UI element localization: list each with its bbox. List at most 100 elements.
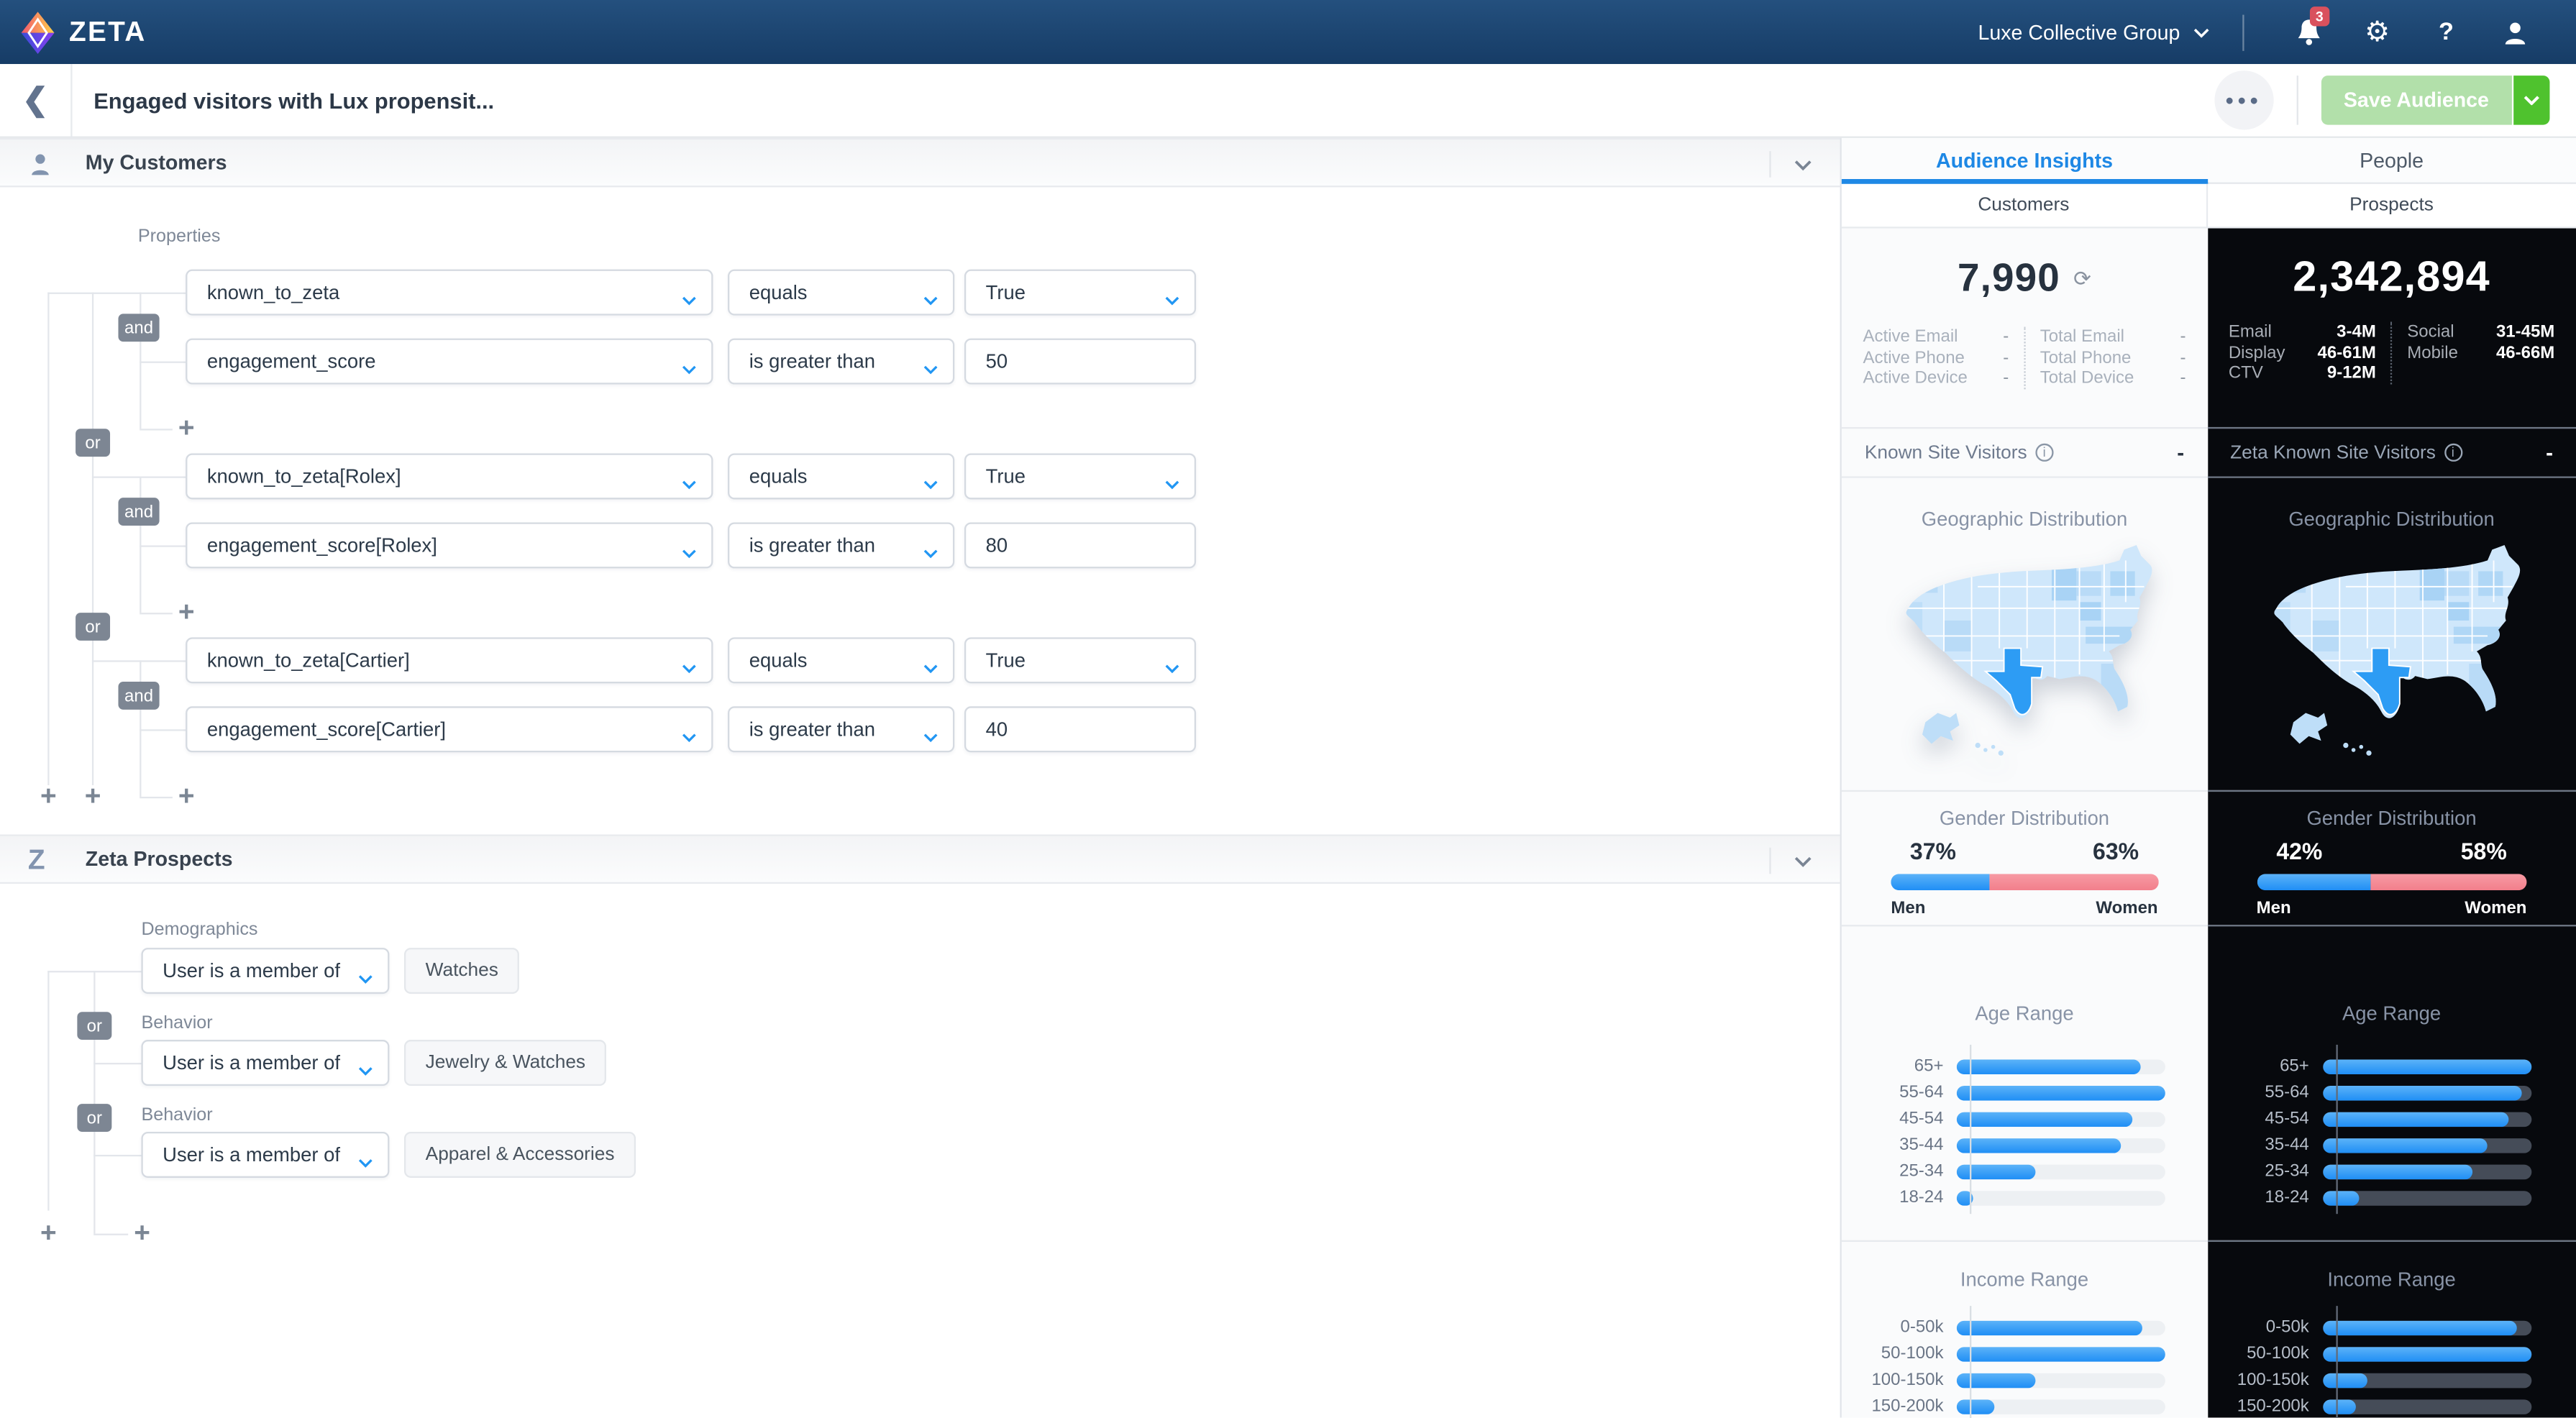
group-label: Behavior: [141, 1013, 213, 1033]
value-select[interactable]: True: [964, 269, 1197, 316]
chevron-down-icon: [1165, 472, 1180, 495]
bar-track: [1956, 1163, 2165, 1179]
tab-audience-insights[interactable]: Audience Insights: [1841, 137, 2208, 184]
bar-track: [2322, 1346, 2531, 1361]
bar: [1956, 1399, 1994, 1414]
tab-people[interactable]: People: [2207, 137, 2576, 183]
value-input[interactable]: 50: [964, 338, 1197, 385]
membership-select[interactable]: User is a member of: [141, 1131, 390, 1178]
field-select[interactable]: known_to_zeta[Cartier]: [186, 637, 713, 684]
field-select[interactable]: engagement_score[Cartier]: [186, 706, 713, 753]
chevron-down-icon: [2193, 27, 2209, 37]
section-title: My Customers: [85, 151, 227, 175]
add-condition-button[interactable]: +: [175, 598, 197, 626]
chevron-down-icon: [923, 288, 938, 311]
bar-track: [2322, 1319, 2531, 1335]
operator-select[interactable]: equals: [728, 453, 955, 500]
value-select[interactable]: True: [964, 637, 1197, 684]
titlebar-divider: [2296, 76, 2298, 125]
profile-button[interactable]: [2495, 19, 2535, 45]
or-connector[interactable]: or: [77, 1012, 112, 1040]
add-group-button[interactable]: +: [38, 1219, 60, 1247]
chevron-down-icon: [358, 966, 373, 989]
bar-track: [2322, 1163, 2531, 1179]
operator-select[interactable]: is greater than: [728, 706, 955, 753]
save-audience-dropdown-button[interactable]: [2513, 76, 2550, 125]
value-input[interactable]: 80: [964, 522, 1197, 569]
refresh-icon[interactable]: ⟳: [2073, 266, 2091, 293]
column-header-customers[interactable]: Customers: [1841, 183, 2208, 229]
bar: [1956, 1319, 2142, 1335]
app-root: ZETA Luxe Collective Group 3 ⚙ ? ❮ Engag…: [0, 0, 2576, 1418]
age-chart-customers: 65+ 55-64 45-54 35-44 25-34 18-24: [1842, 1044, 2207, 1215]
back-button[interactable]: ❮: [0, 64, 73, 137]
add-group-button[interactable]: +: [38, 782, 60, 810]
person-icon: [2505, 22, 2526, 44]
info-icon[interactable]: i: [2035, 443, 2054, 462]
value-input[interactable]: 40: [964, 706, 1197, 753]
us-map-customers[interactable]: [1842, 541, 2207, 764]
tree-line: [91, 660, 186, 662]
tree-line: [47, 292, 50, 785]
zeta-prospects-rules: or or Demographics User is a member of W…: [0, 884, 1840, 1417]
info-icon[interactable]: i: [2444, 443, 2462, 462]
section-header-zeta-prospects[interactable]: Z Zeta Prospects: [0, 834, 1840, 884]
collapse-section-button[interactable]: [1778, 139, 1827, 189]
operator-select[interactable]: equals: [728, 637, 955, 684]
segment-chip[interactable]: Jewelry & Watches: [403, 1040, 607, 1087]
bar: [1956, 1111, 2132, 1126]
column-header-prospects[interactable]: Prospects: [2207, 183, 2576, 229]
settings-button[interactable]: ⚙: [2357, 18, 2397, 46]
us-map-prospects[interactable]: [2207, 541, 2576, 764]
bar-track: [1956, 1190, 2165, 1205]
or-connector[interactable]: or: [76, 613, 111, 641]
membership-select[interactable]: User is a member of: [141, 948, 390, 994]
and-connector[interactable]: and: [118, 498, 160, 526]
operator-select[interactable]: is greater than: [728, 522, 955, 569]
condition-row: known_to_zeta[Cartier] equals True: [186, 637, 1197, 684]
and-connector[interactable]: and: [118, 682, 160, 710]
add-condition-button[interactable]: +: [132, 1219, 153, 1247]
more-actions-button[interactable]: ●●●: [2214, 70, 2273, 130]
membership-select[interactable]: User is a member of: [141, 1040, 390, 1087]
help-button[interactable]: ?: [2426, 18, 2466, 46]
bar-track: [2322, 1058, 2531, 1074]
bar-track: [2322, 1190, 2531, 1205]
gear-icon: ⚙: [2365, 16, 2390, 48]
segment-chip[interactable]: Watches: [403, 948, 520, 994]
field-select[interactable]: engagement_score: [186, 338, 713, 385]
gender-distribution: Gender Distribution 37% 63% Men Women Ge…: [1841, 790, 2576, 925]
field-select[interactable]: known_to_zeta[Rolex]: [186, 453, 713, 500]
tree-line: [140, 613, 173, 615]
section-header-my-customers[interactable]: My Customers: [0, 137, 1840, 189]
group-label: Properties: [137, 227, 221, 247]
operator-select[interactable]: equals: [728, 269, 955, 316]
field-select[interactable]: engagement_score[Rolex]: [186, 522, 713, 569]
collapse-section-button[interactable]: [1778, 836, 1827, 886]
condition-row: known_to_zeta equals True: [186, 269, 1197, 316]
add-group-button[interactable]: +: [82, 782, 104, 810]
chart-axis: [2335, 1044, 2337, 1215]
question-mark-icon: ?: [2439, 18, 2454, 46]
notifications-button[interactable]: 3: [2288, 6, 2329, 46]
bar-track: [1956, 1319, 2165, 1335]
save-audience-button[interactable]: Save Audience: [2320, 76, 2512, 125]
account-selector[interactable]: Luxe Collective Group: [1978, 21, 2209, 44]
operator-select[interactable]: is greater than: [728, 338, 955, 385]
customers-count: 7,990: [1957, 256, 2060, 301]
chevron-down-icon: [682, 541, 697, 564]
chevron-down-icon: [923, 357, 938, 380]
active-tab-underline: [1841, 179, 2208, 184]
or-connector[interactable]: or: [76, 429, 111, 457]
zeta-logo[interactable]: ZETA: [19, 9, 146, 55]
add-condition-button[interactable]: +: [175, 782, 197, 810]
condition-row: known_to_zeta[Rolex] equals True: [186, 453, 1197, 500]
tree-line: [140, 476, 142, 613]
and-connector[interactable]: and: [118, 314, 160, 342]
bar: [2322, 1058, 2531, 1074]
value-select[interactable]: True: [964, 453, 1197, 500]
field-select[interactable]: known_to_zeta: [186, 269, 713, 316]
segment-chip[interactable]: Apparel & Accessories: [403, 1131, 636, 1178]
or-connector[interactable]: or: [77, 1104, 112, 1132]
add-condition-button[interactable]: +: [175, 414, 197, 442]
